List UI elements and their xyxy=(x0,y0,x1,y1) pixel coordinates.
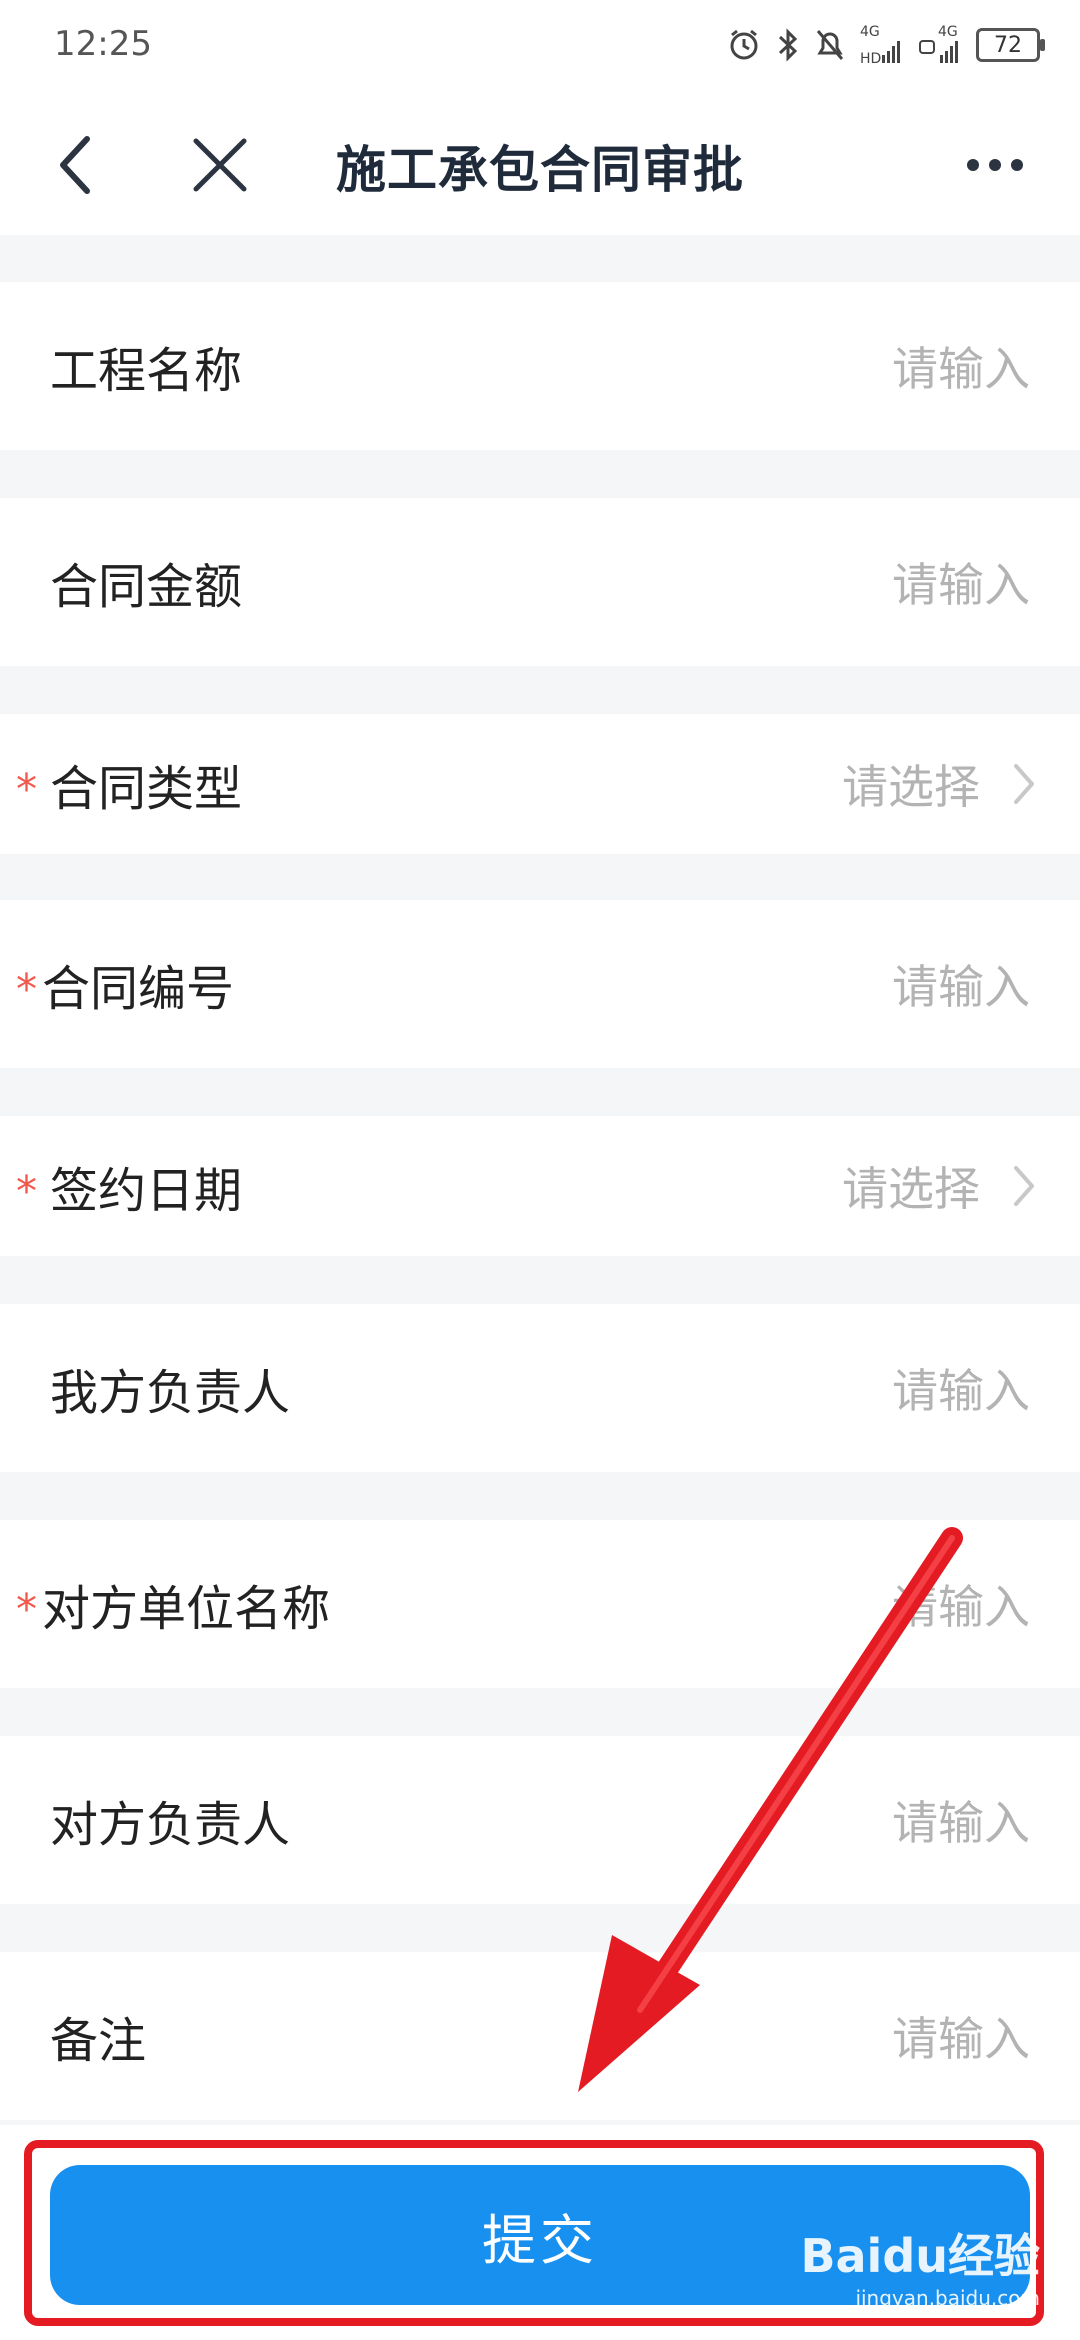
required-mark: * xyxy=(16,964,37,1014)
form-row-counterparty-name[interactable]: * 对方单位名称 请输入 xyxy=(0,1520,1080,1688)
network-label-2: 4G xyxy=(938,24,958,40)
bell-muted-icon xyxy=(814,27,846,63)
row-label: 备注 xyxy=(50,2013,147,2069)
battery-icon: 72 xyxy=(976,28,1045,62)
row-label: 合同编号 xyxy=(42,961,235,1017)
counterparty-manager-input[interactable]: 请输入 xyxy=(892,1787,1030,1853)
form-row-counterparty-manager[interactable]: 对方负责人 请输入 xyxy=(0,1736,1080,1904)
form-row-contract-type[interactable]: * 合同类型 请选择 xyxy=(0,714,1080,854)
contract-amount-input[interactable]: 请输入 xyxy=(892,549,1030,615)
watermark: Baidu经验 jingyan.baidu.com xyxy=(800,2220,1040,2310)
row-label: 合同类型 xyxy=(50,761,243,817)
battery-level: 72 xyxy=(994,32,1022,58)
form-row-remarks[interactable]: 备注 请输入 xyxy=(0,1952,1080,2120)
form-row-contract-amount[interactable]: 合同金额 请输入 xyxy=(0,498,1080,666)
required-mark: * xyxy=(16,764,37,814)
status-icons: 4G HD 4G 72 xyxy=(726,20,1045,70)
form-row-our-manager[interactable]: 我方负责人 请输入 xyxy=(0,1304,1080,1472)
svg-text:HD: HD xyxy=(860,51,881,65)
page-title: 施工承包合同审批 xyxy=(336,141,744,199)
signal-icon: 4G HD xyxy=(860,25,904,65)
watermark-logo: Baidu经验 xyxy=(800,2229,1040,2283)
project-name-input[interactable]: 请输入 xyxy=(892,333,1030,399)
sign-date-select[interactable]: 请选择 xyxy=(842,1153,980,1219)
chevron-right-icon xyxy=(1004,759,1044,809)
row-label: 对方单位名称 xyxy=(42,1581,331,1637)
network-label: 4G xyxy=(860,24,880,40)
more-icon xyxy=(967,159,1023,171)
contract-number-input[interactable]: 请输入 xyxy=(892,951,1030,1017)
alarm-icon xyxy=(726,27,762,63)
row-label: 我方负责人 xyxy=(50,1365,291,1421)
more-button[interactable] xyxy=(950,120,1040,210)
required-mark: * xyxy=(16,1584,37,1634)
required-mark: * xyxy=(16,1166,37,1216)
nav-bar: 施工承包合同审批 xyxy=(0,90,1080,235)
chevron-right-icon xyxy=(1004,1161,1044,1211)
status-bar: 12:25 4G HD 4G 72 xyxy=(0,0,1080,90)
form-row-sign-date[interactable]: * 签约日期 请选择 xyxy=(0,1116,1080,1256)
watermark-url: jingyan.baidu.com xyxy=(855,2286,1040,2310)
page: 12:25 4G HD 4G 72 施工承包合同审批 工程名称 请输入 合同金额… xyxy=(0,0,1080,2340)
row-label: 合同金额 xyxy=(50,559,243,615)
row-label: 工程名称 xyxy=(50,343,243,399)
remarks-input[interactable]: 请输入 xyxy=(892,2003,1030,2069)
row-label: 对方负责人 xyxy=(50,1797,291,1853)
contract-type-select[interactable]: 请选择 xyxy=(842,751,980,817)
counterparty-name-input[interactable]: 请输入 xyxy=(892,1571,1030,1637)
row-label: 签约日期 xyxy=(50,1163,243,1219)
bluetooth-icon xyxy=(776,27,800,63)
form-row-contract-number[interactable]: * 合同编号 请输入 xyxy=(0,900,1080,1068)
our-manager-input[interactable]: 请输入 xyxy=(892,1355,1030,1421)
signal-icon-2: 4G xyxy=(918,25,962,65)
status-time: 12:25 xyxy=(54,24,152,64)
form-row-project-name[interactable]: 工程名称 请输入 xyxy=(0,282,1080,450)
